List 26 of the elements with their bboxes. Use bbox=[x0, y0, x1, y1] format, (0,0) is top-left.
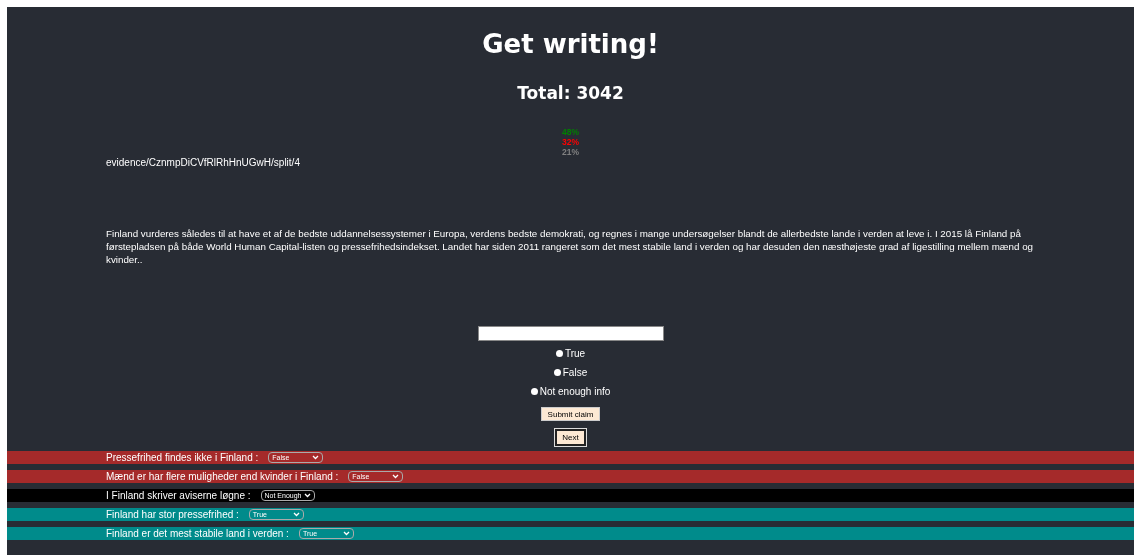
claim-text: I Finland skriver aviserne løgne : bbox=[106, 490, 251, 501]
claim-text: Pressefrihed findes ikke i Finland : bbox=[106, 452, 259, 463]
caret-icon bbox=[312, 455, 320, 460]
passage-text: Finland vurderes således til at have et af de bedste uddannelsessystemer i Europa, verdens bedste demokrati, og regnes i mange undersøgelser blandt de allerbedste lande i verden at leve i. I 2015 lå Finland på førstepladsen på både World Human Capital-listen og pressefrihedsindekset. Landet har siden 2011 rangeret som det mest stabile land i verden og har desuden den næsthøjeste grad af ligestilling mellem mænd og kvinder.. bbox=[106, 227, 1035, 266]
caret-icon bbox=[392, 474, 400, 479]
page-title: Get writing! bbox=[481, 28, 660, 59]
percentage-label: 21% bbox=[562, 147, 579, 157]
claim-text: Mænd er har flere muligheder end kvinder i Finland : bbox=[106, 471, 339, 482]
radio-label: True bbox=[564, 348, 586, 359]
percentage-label: 48% bbox=[562, 127, 579, 137]
claim-input[interactable] bbox=[477, 326, 664, 341]
percentage-label: 32% bbox=[562, 137, 579, 147]
claim-text: Finland har stor pressefrihed : bbox=[106, 509, 239, 520]
next-button[interactable]: Next bbox=[555, 429, 586, 446]
radio-button[interactable] bbox=[530, 388, 538, 395]
caret-icon bbox=[292, 512, 300, 517]
caret-icon bbox=[342, 531, 350, 536]
total-count: Total: 3042 bbox=[516, 83, 625, 103]
radio-button[interactable] bbox=[555, 350, 563, 357]
radio-label: Not enough info bbox=[539, 386, 611, 397]
radio-label: False bbox=[562, 367, 588, 378]
caret-icon bbox=[303, 493, 311, 498]
claim-text: Finland er det mest stabile land i verden : bbox=[106, 528, 289, 539]
radio-button[interactable] bbox=[553, 369, 561, 376]
evidence-path: evidence/CznmpDiCVfRlRhHnUGwH/split/4 bbox=[106, 157, 300, 168]
submit-button[interactable]: Submit claim bbox=[540, 407, 601, 421]
